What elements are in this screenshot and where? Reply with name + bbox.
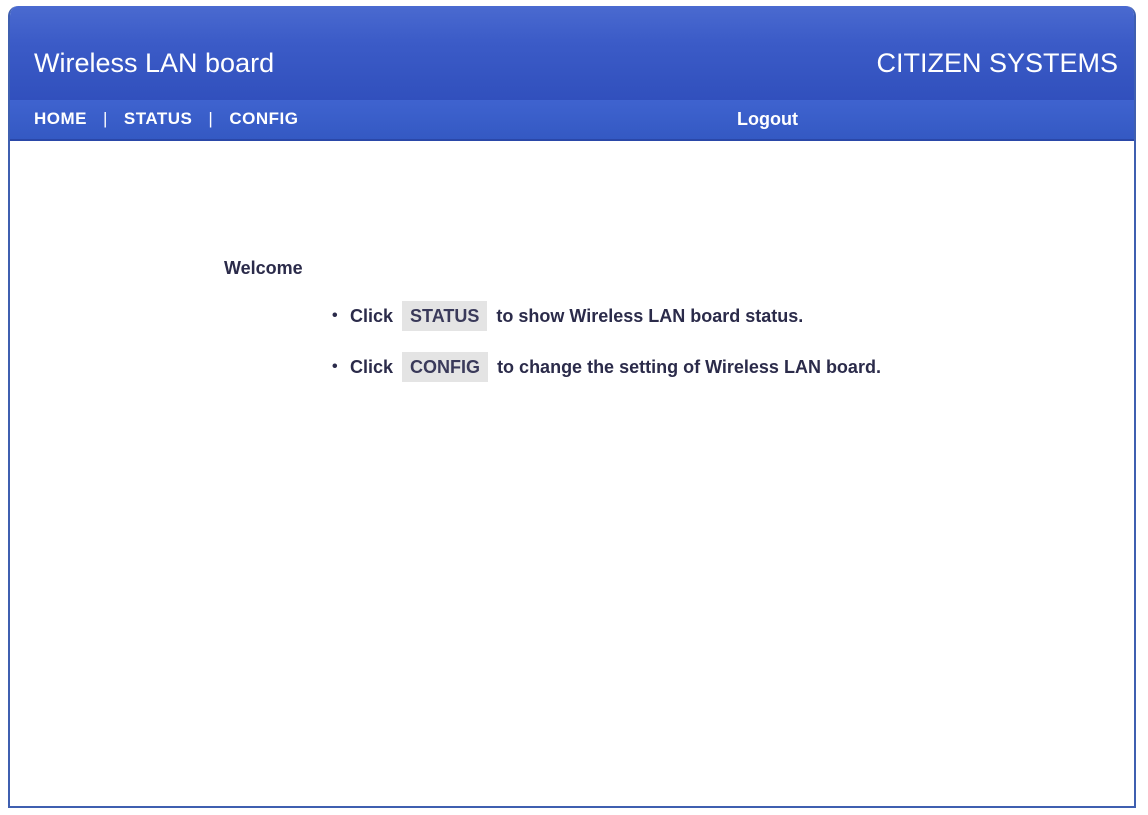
nav-bar: HOME | STATUS | CONFIG Logout <box>10 100 1134 141</box>
instruction-list: • Click STATUS to show Wireless LAN boar… <box>330 301 881 403</box>
welcome-heading: Welcome <box>224 258 303 278</box>
instruction-item-status: • Click STATUS to show Wireless LAN boar… <box>330 301 881 331</box>
nav-config-link[interactable]: CONFIG <box>229 109 298 129</box>
instruction-item-config: • Click CONFIG to change the setting of … <box>330 352 881 382</box>
nav-links: HOME | STATUS | CONFIG <box>34 109 298 129</box>
logout-link[interactable]: Logout <box>737 109 798 130</box>
nav-home-link[interactable]: HOME <box>34 109 87 129</box>
bullet-icon: • <box>332 307 338 324</box>
nav-separator: | <box>208 109 214 128</box>
config-button[interactable]: CONFIG <box>402 352 489 382</box>
instruction-prefix: Click <box>350 306 394 326</box>
nav-status-link[interactable]: STATUS <box>124 109 192 129</box>
instruction-prefix: Click <box>350 357 394 377</box>
page-frame: Wireless LAN board CITIZEN SYSTEMS HOME … <box>8 6 1136 808</box>
nav-separator: | <box>103 109 108 128</box>
main-content: Welcome • Click STATUS to show Wireless … <box>10 141 1134 806</box>
instruction-suffix: to change the setting of Wireless LAN bo… <box>497 357 881 377</box>
bullet-icon: • <box>332 358 338 375</box>
header-bar: Wireless LAN board CITIZEN SYSTEMS <box>10 6 1134 100</box>
status-button[interactable]: STATUS <box>402 301 488 331</box>
brand-name: CITIZEN SYSTEMS <box>876 48 1118 78</box>
instruction-suffix: to show Wireless LAN board status. <box>496 306 804 326</box>
app-title: Wireless LAN board <box>34 48 275 78</box>
